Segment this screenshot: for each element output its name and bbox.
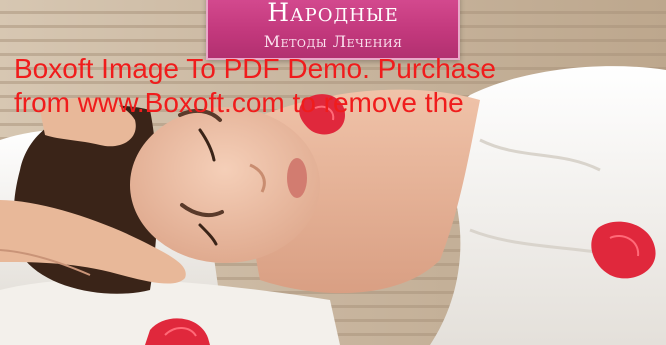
watermark-line-1: Boxoft Image To PDF Demo. Purchase — [14, 53, 496, 84]
lips — [287, 158, 307, 198]
watermark-line-2: from www.Boxoft.com to remove the — [14, 87, 464, 118]
cover-image: Народные Методы Лечения Boxoft Image To … — [0, 0, 666, 345]
book-subtitle: Методы Лечения — [263, 32, 403, 51]
book-title-banner: Народные Методы Лечения — [206, 0, 460, 60]
book-title: Народные — [267, 0, 399, 27]
